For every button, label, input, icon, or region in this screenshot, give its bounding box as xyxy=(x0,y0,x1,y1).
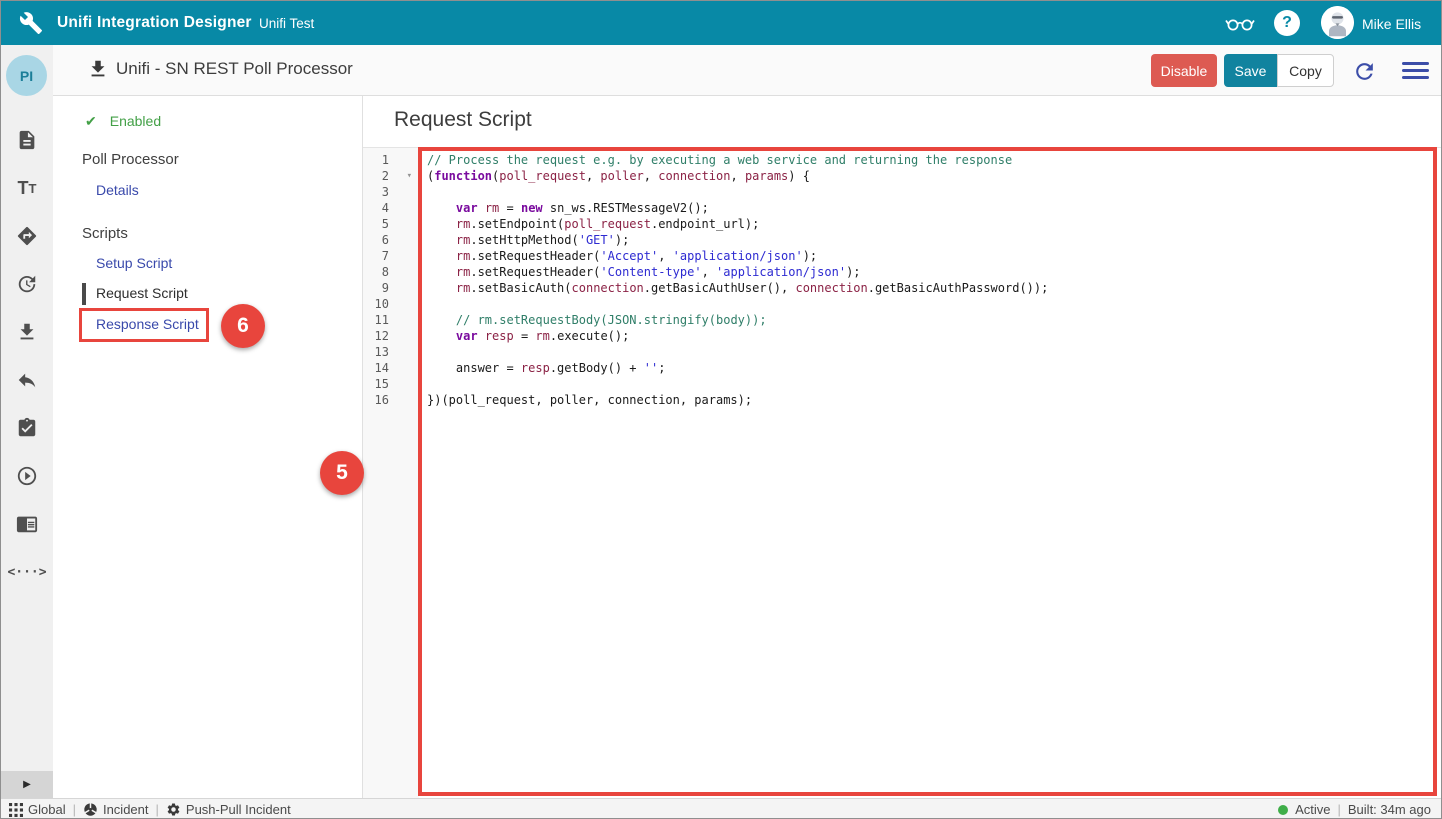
history-icon[interactable] xyxy=(15,272,39,296)
line-number: 14 xyxy=(374,361,389,375)
separator: | xyxy=(72,802,76,817)
unifi-integration-designer-window: Unifi Integration Designer Unifi Test ? … xyxy=(0,0,1442,819)
message-label: Push-Pull Incident xyxy=(185,802,291,817)
line-number: 13 xyxy=(374,345,389,359)
download-icon[interactable] xyxy=(15,320,39,344)
document-icon[interactable] xyxy=(15,128,39,152)
line-number: 1 xyxy=(381,153,389,167)
code-line[interactable] xyxy=(427,296,1441,312)
line-number: 12 xyxy=(374,329,389,343)
message-item[interactable]: Push-Pull Incident xyxy=(166,802,291,817)
disable-button[interactable]: Disable xyxy=(1151,54,1217,87)
user-name[interactable]: Mike Ellis xyxy=(1362,16,1421,32)
code-line[interactable]: var resp = rm.execute(); xyxy=(427,328,1441,344)
text-format-icon[interactable]: TT xyxy=(15,176,39,200)
integration-avatar[interactable]: PI xyxy=(6,55,47,96)
code-line[interactable] xyxy=(427,376,1441,392)
code-line[interactable]: answer = resp.getBody() + ''; xyxy=(427,360,1441,376)
code-line[interactable]: })(poll_request, poller, connection, par… xyxy=(427,392,1441,408)
gutter: 1 2 ▾ 3 4 5 6 7 8 9 10 11 12 13 14 15 16 xyxy=(363,148,419,798)
code-line[interactable]: rm.setEndpoint(poll_request.endpoint_url… xyxy=(427,216,1441,232)
separator: | xyxy=(155,802,159,817)
code-line[interactable]: rm.setHttpMethod('GET'); xyxy=(427,232,1441,248)
code-lines[interactable]: // Process the request e.g. by executing… xyxy=(419,148,1441,798)
code-line[interactable]: var rm = new sn_ws.RESTMessageV2(); xyxy=(427,200,1441,216)
scope-label: Global xyxy=(28,802,66,817)
record-title: Unifi - SN REST Poll Processor xyxy=(116,59,353,78)
expand-sidebar-button[interactable]: ▶ xyxy=(1,771,53,798)
nav-item-setup-script[interactable]: Setup Script xyxy=(96,255,172,271)
integration-label: Incident xyxy=(102,802,149,817)
record-toolbar: Unifi - SN REST Poll Processor Disable S… xyxy=(1,45,1441,96)
refresh-icon[interactable] xyxy=(1351,58,1377,84)
annotation-step-6: 6 xyxy=(221,304,265,348)
annotation-step-5: 5 xyxy=(320,451,364,495)
code-line[interactable]: rm.setRequestHeader('Accept', 'applicati… xyxy=(427,248,1441,264)
code-line[interactable]: // rm.setRequestBody(JSON.stringify(body… xyxy=(427,312,1441,328)
integration-item[interactable]: Incident xyxy=(83,802,149,817)
record-nav-panel: ✔ Enabled Poll Processor Details Scripts … xyxy=(53,96,364,798)
integration-icon xyxy=(84,803,97,816)
code-line[interactable]: // Process the request e.g. by executing… xyxy=(427,152,1441,168)
code-line[interactable]: rm.setRequestHeader('Content-type', 'app… xyxy=(427,264,1441,280)
gear-icon xyxy=(167,803,180,816)
nav-item-request-script[interactable]: Request Script xyxy=(96,285,188,301)
nav-item-details[interactable]: Details xyxy=(96,182,139,198)
check-icon: ✔ xyxy=(85,113,97,129)
scope-item[interactable]: Global xyxy=(9,802,66,817)
glasses-icon[interactable] xyxy=(1225,10,1255,36)
line-number: 15 xyxy=(374,377,389,391)
directions-icon[interactable] xyxy=(15,224,39,248)
editor-heading-row: Request Script xyxy=(363,96,1441,148)
active-status-label: Active xyxy=(1295,802,1331,817)
main-content: Request Script 1 2 ▾ 3 4 5 6 7 8 9 10 11 12 13 14 15 16 … xyxy=(363,96,1441,798)
save-button[interactable]: Save xyxy=(1224,54,1277,87)
enabled-label: Enabled xyxy=(109,113,162,129)
code-line[interactable] xyxy=(427,344,1441,360)
documentation-icon[interactable] xyxy=(15,512,39,536)
line-number: 10 xyxy=(374,297,389,311)
app-title: Unifi Integration Designer xyxy=(57,14,252,31)
icon-sidebar: PI TT <···> ▶ xyxy=(1,45,53,798)
script-editor: 1 2 ▾ 3 4 5 6 7 8 9 10 11 12 13 14 15 16 // Process the … xyxy=(363,148,1441,798)
poll-processor-section-title: Poll Processor xyxy=(82,151,179,168)
line-number: 3 xyxy=(381,185,389,199)
enabled-status[interactable]: ✔ Enabled xyxy=(85,113,161,130)
code-line[interactable]: (function(poll_request, poller, connecti… xyxy=(427,168,1441,184)
line-number: 6 xyxy=(381,233,389,247)
editor-heading: Request Script xyxy=(394,108,532,131)
code-line[interactable]: rm.setBasicAuth(connection.getBasicAuthU… xyxy=(427,280,1441,296)
user-avatar[interactable] xyxy=(1321,6,1354,39)
help-icon[interactable]: ? xyxy=(1274,10,1300,36)
line-number: 2 ▾ xyxy=(381,168,412,184)
undo-icon[interactable] xyxy=(15,368,39,392)
separator: | xyxy=(1337,802,1341,817)
download-record-icon[interactable] xyxy=(87,58,109,80)
line-number: 9 xyxy=(381,281,389,295)
line-number: 16 xyxy=(374,393,389,407)
tasks-icon[interactable] xyxy=(15,416,39,440)
active-status-dot xyxy=(1278,804,1289,815)
nav-item-response-script[interactable]: Response Script xyxy=(96,316,199,332)
active-item-bar xyxy=(82,283,86,305)
workspace-name: Unifi Test xyxy=(259,16,315,31)
fold-arrow-icon[interactable]: ▾ xyxy=(407,168,412,184)
line-number: 11 xyxy=(374,313,389,327)
top-header-bar: Unifi Integration Designer Unifi Test ? … xyxy=(1,1,1441,45)
run-icon[interactable] xyxy=(15,464,39,488)
line-number: 7 xyxy=(381,249,389,263)
copy-button[interactable]: Copy xyxy=(1277,54,1334,87)
line-number: 5 xyxy=(381,217,389,231)
built-label: Built: 34m ago xyxy=(1347,802,1431,817)
scripts-section-title: Scripts xyxy=(82,225,128,242)
code-line[interactable] xyxy=(427,184,1441,200)
wrench-icon[interactable] xyxy=(19,11,43,35)
code-icon[interactable]: <···> xyxy=(7,560,46,584)
menu-icon[interactable] xyxy=(1402,62,1429,79)
grid-icon xyxy=(9,802,23,817)
line-number: 4 xyxy=(381,201,389,215)
status-bar: Global | Incident | Push-Pull Incident A… xyxy=(1,798,1441,818)
line-number: 8 xyxy=(381,265,389,279)
